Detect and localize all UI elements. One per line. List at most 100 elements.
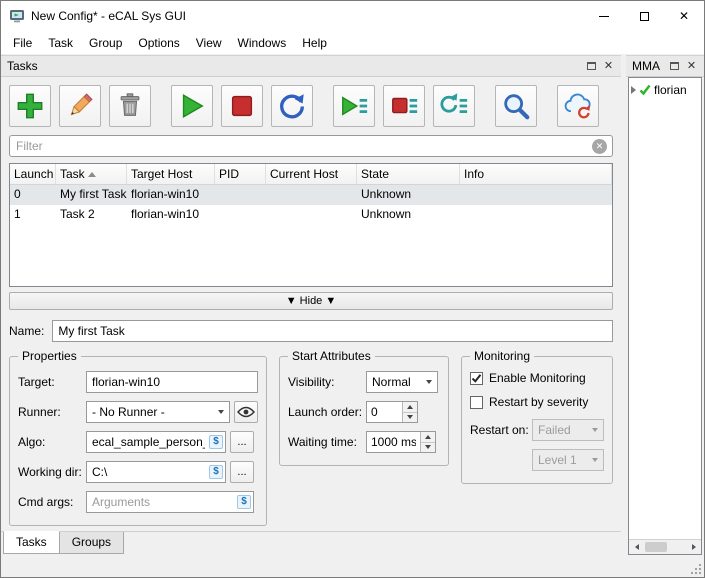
cmd-args-input[interactable] xyxy=(86,491,254,513)
stop-task-button[interactable] xyxy=(221,85,263,127)
cell-state: Unknown xyxy=(361,207,412,221)
visibility-value: Normal xyxy=(372,375,411,389)
column-header-target-host[interactable]: Target Host xyxy=(127,164,215,184)
tasks-dock-close-button[interactable]: ✕ xyxy=(600,58,617,74)
task-row[interactable]: 0 My first Task florian-win10 Unknown xyxy=(10,185,612,205)
menu-options[interactable]: Options xyxy=(130,33,187,53)
tree-item-host[interactable]: florian xyxy=(631,81,699,99)
add-task-button[interactable] xyxy=(9,85,51,127)
runner-details-button[interactable] xyxy=(234,401,258,423)
menu-view[interactable]: View xyxy=(188,33,230,53)
scroll-left-button[interactable] xyxy=(629,540,644,554)
name-label: Name: xyxy=(9,324,45,338)
window-title: New Config* - eCAL Sys GUI xyxy=(31,9,186,23)
tasks-dock-header[interactable]: Tasks ✕ xyxy=(1,55,621,77)
resize-grip[interactable] xyxy=(689,562,703,576)
edit-task-button[interactable] xyxy=(59,85,101,127)
column-header-info[interactable]: Info xyxy=(460,164,612,184)
cell-task: Task 2 xyxy=(60,207,95,221)
menu-help[interactable]: Help xyxy=(294,33,335,53)
chevron-left-icon xyxy=(634,544,639,550)
start-attributes-title: Start Attributes xyxy=(288,349,375,363)
env-var-icon[interactable]: $ xyxy=(209,435,223,449)
env-var-icon[interactable]: $ xyxy=(209,465,223,479)
mma-dock-close-button[interactable]: ✕ xyxy=(683,58,700,74)
scrollbar-track[interactable] xyxy=(644,540,686,554)
algo-browse-button[interactable]: ... xyxy=(230,431,254,453)
restart-icon xyxy=(280,94,304,119)
close-icon: ✕ xyxy=(686,59,697,72)
start-task-button[interactable] xyxy=(171,85,213,127)
stop-all-tasks-button[interactable] xyxy=(383,85,425,127)
scroll-right-button[interactable] xyxy=(686,540,701,554)
column-header-launch[interactable]: Launch xyxy=(10,164,56,184)
mma-dock-title: MMA xyxy=(632,59,660,73)
minimize-button[interactable] xyxy=(584,1,624,31)
restart-by-severity-checkbox[interactable]: Restart by severity xyxy=(470,395,604,409)
checkbox-unchecked-icon xyxy=(470,395,483,409)
hide-editor-button[interactable]: ▼ Hide ▼ xyxy=(9,292,613,310)
trash-icon xyxy=(120,93,140,116)
tab-tasks[interactable]: Tasks xyxy=(3,531,60,554)
scrollbar-thumb[interactable] xyxy=(645,542,667,552)
mma-dock: MMA ✕ florian xyxy=(626,55,704,555)
runner-label: Runner: xyxy=(18,405,61,419)
clear-filter-button[interactable]: ✕ xyxy=(592,139,607,154)
cell-task: My first Task xyxy=(60,187,127,201)
horizontal-scrollbar[interactable] xyxy=(629,539,701,554)
menu-group[interactable]: Group xyxy=(81,33,130,53)
play-list-icon xyxy=(342,96,368,116)
expand-arrow-icon[interactable] xyxy=(631,86,636,94)
properties-groupbox: Properties Target: Runner: - No Runner - xyxy=(9,349,267,526)
filter-input[interactable] xyxy=(9,135,613,157)
cell-state: Unknown xyxy=(361,187,412,201)
algo-input[interactable] xyxy=(86,431,226,453)
task-row[interactable]: 1 Task 2 florian-win10 Unknown xyxy=(10,205,612,225)
checkbox-checked-icon xyxy=(470,371,483,385)
restart-on-value: Failed xyxy=(538,423,571,437)
column-header-task[interactable]: Task xyxy=(56,164,127,184)
cell-launch: 0 xyxy=(14,187,21,201)
restart-all-tasks-button[interactable] xyxy=(433,85,475,127)
waiting-time-input[interactable] xyxy=(367,432,420,452)
update-from-cloud-button[interactable] xyxy=(557,85,599,127)
waiting-time-spinner[interactable] xyxy=(366,431,436,453)
target-input[interactable] xyxy=(86,371,258,393)
launch-order-input[interactable] xyxy=(367,402,402,422)
spin-up-button[interactable] xyxy=(421,432,435,443)
menu-windows[interactable]: Windows xyxy=(230,33,295,53)
env-var-icon[interactable]: $ xyxy=(237,495,251,509)
mma-dock-float-button[interactable] xyxy=(666,58,683,74)
tab-groups[interactable]: Groups xyxy=(58,532,125,554)
mma-dock-header[interactable]: MMA ✕ xyxy=(626,55,704,77)
working-dir-input[interactable] xyxy=(86,461,226,483)
eye-icon xyxy=(237,406,255,418)
menu-file[interactable]: File xyxy=(5,33,40,53)
runner-select[interactable]: - No Runner - xyxy=(86,401,230,423)
task-name-input[interactable] xyxy=(52,320,613,342)
enable-monitoring-checkbox[interactable]: Enable Monitoring xyxy=(470,371,604,385)
close-button[interactable]: ✕ xyxy=(664,1,704,31)
spin-down-button[interactable] xyxy=(403,412,417,422)
visibility-select[interactable]: Normal xyxy=(366,371,438,393)
restart-task-button[interactable] xyxy=(271,85,313,127)
enable-monitoring-label: Enable Monitoring xyxy=(489,371,586,385)
working-dir-browse-button[interactable]: ... xyxy=(230,461,254,483)
start-all-tasks-button[interactable] xyxy=(333,85,375,127)
column-header-state[interactable]: State xyxy=(357,164,460,184)
tasks-dock-float-button[interactable] xyxy=(583,58,600,74)
menu-task[interactable]: Task xyxy=(40,33,81,53)
find-tasks-button[interactable] xyxy=(495,85,537,127)
spin-up-button[interactable] xyxy=(403,402,417,413)
cell-current-host xyxy=(266,205,357,225)
launch-order-spinner[interactable] xyxy=(366,401,418,423)
tasks-dock-title: Tasks xyxy=(7,59,38,73)
name-row: Name: xyxy=(9,320,613,342)
delete-task-button[interactable] xyxy=(109,85,151,127)
column-header-current-host[interactable]: Current Host xyxy=(266,164,357,184)
maximize-button[interactable] xyxy=(624,1,664,31)
cloud-refresh-icon xyxy=(564,93,591,119)
spin-down-button[interactable] xyxy=(421,442,435,452)
table-header: Launch Task Target Host PID Current Host… xyxy=(10,164,612,185)
column-header-pid[interactable]: PID xyxy=(215,164,266,184)
